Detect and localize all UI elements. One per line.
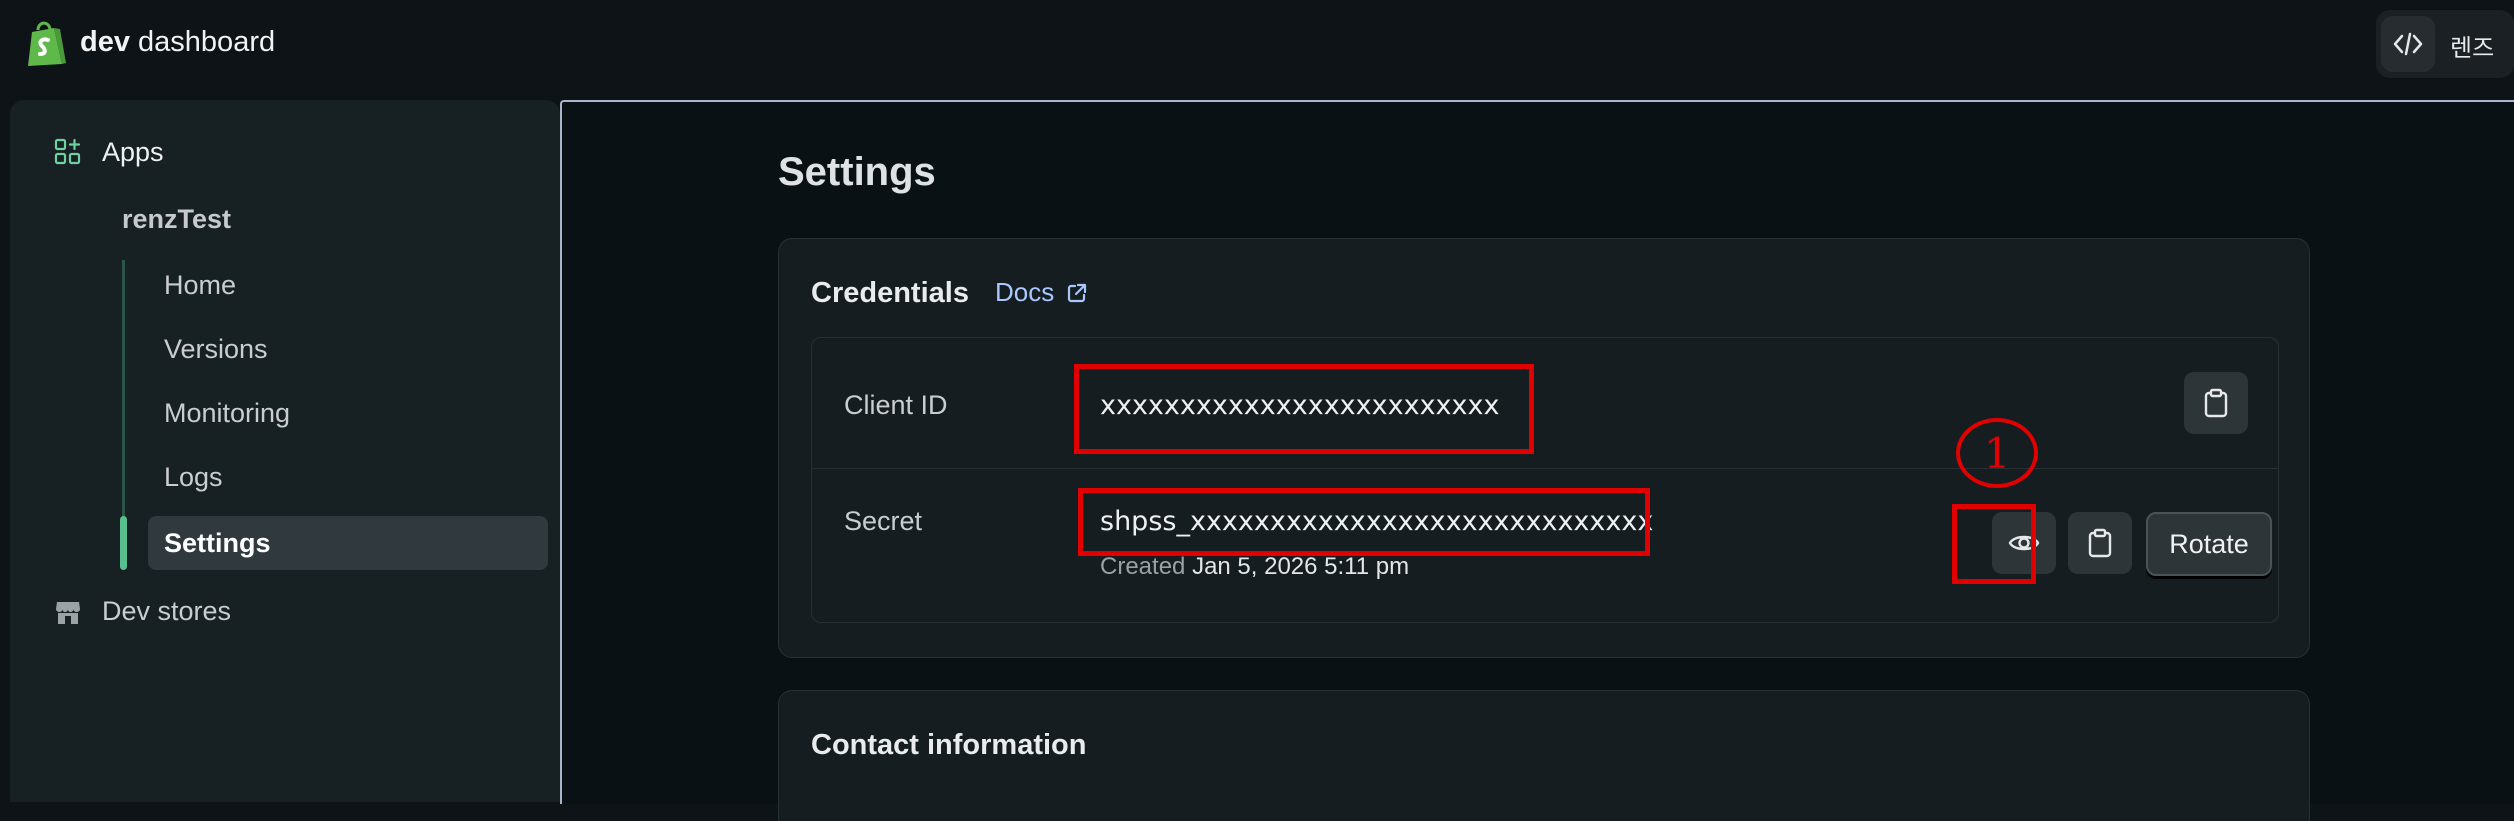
created-date: Jan 5, 2026 5:11 pm bbox=[1192, 553, 1410, 580]
clipboard-icon bbox=[2204, 388, 2228, 418]
sidebar-item-dev-stores[interactable]: Dev stores bbox=[54, 596, 231, 627]
settings-label: Settings bbox=[164, 528, 271, 558]
page-title: Settings bbox=[778, 150, 936, 194]
created-label: Created bbox=[1100, 553, 1186, 580]
lens-button[interactable]: 렌즈 bbox=[2450, 28, 2494, 63]
credentials-table: Client ID xxxxxxxxxxxxxxxxxxxxxxxxx Secr… bbox=[811, 337, 2279, 623]
client-id-highlight-box bbox=[1074, 364, 1534, 454]
clipboard-icon bbox=[2088, 528, 2112, 558]
sidebar: Apps renzTest Home Versions Monitoring L… bbox=[10, 100, 560, 802]
brand-bold: dev bbox=[80, 26, 130, 58]
app-brand[interactable]: dev dashboard bbox=[80, 26, 275, 59]
apps-label: Apps bbox=[102, 136, 164, 167]
reveal-button-highlight-box bbox=[1952, 504, 2036, 584]
docs-label: Docs bbox=[995, 277, 1055, 307]
code-toggle-button[interactable] bbox=[2381, 16, 2435, 72]
apps-grid-icon bbox=[54, 138, 81, 165]
sidebar-item-monitoring[interactable]: Monitoring bbox=[164, 398, 290, 429]
active-indicator bbox=[120, 516, 127, 570]
secret-highlight-box bbox=[1078, 488, 1650, 556]
code-brackets-icon bbox=[2393, 32, 2423, 56]
shopify-logo-icon bbox=[28, 21, 66, 66]
sidebar-item-apps[interactable]: Apps bbox=[54, 134, 164, 170]
sidebar-item-versions[interactable]: Versions bbox=[164, 334, 268, 365]
sidebar-item-logs[interactable]: Logs bbox=[164, 462, 223, 493]
top-bar: dev dashboard 렌즈 bbox=[0, 0, 2514, 88]
copy-secret-button[interactable] bbox=[2068, 512, 2132, 574]
contact-information-title: Contact information bbox=[811, 729, 1087, 761]
secret-label: Secret bbox=[844, 506, 923, 536]
store-icon bbox=[56, 601, 80, 624]
step-marker-1: 1 bbox=[1956, 418, 2038, 488]
row-divider bbox=[812, 468, 2278, 469]
rotate-secret-button[interactable]: Rotate bbox=[2146, 512, 2272, 576]
contact-information-card: Contact information bbox=[778, 690, 2310, 821]
dev-stores-label: Dev stores bbox=[102, 596, 232, 626]
copy-client-id-button[interactable] bbox=[2184, 372, 2248, 434]
sidebar-item-home[interactable]: Home bbox=[164, 270, 236, 301]
external-link-icon bbox=[1068, 283, 1087, 302]
sidebar-item-settings[interactable]: Settings bbox=[148, 516, 548, 570]
docs-link[interactable]: Docs bbox=[995, 277, 1088, 308]
app-name-renztest[interactable]: renzTest bbox=[122, 204, 231, 235]
credentials-title: Credentials bbox=[811, 277, 969, 309]
client-id-label: Client ID bbox=[844, 390, 948, 420]
main-content: Settings Credentials Docs Client ID xxxx… bbox=[560, 100, 2514, 821]
credentials-card: Credentials Docs Client ID xxxxxxxxxxxxx… bbox=[778, 238, 2310, 658]
brand-rest: dashboard bbox=[138, 26, 276, 58]
secret-created: Created Jan 5, 2026 5:11 pm bbox=[1100, 553, 1409, 581]
